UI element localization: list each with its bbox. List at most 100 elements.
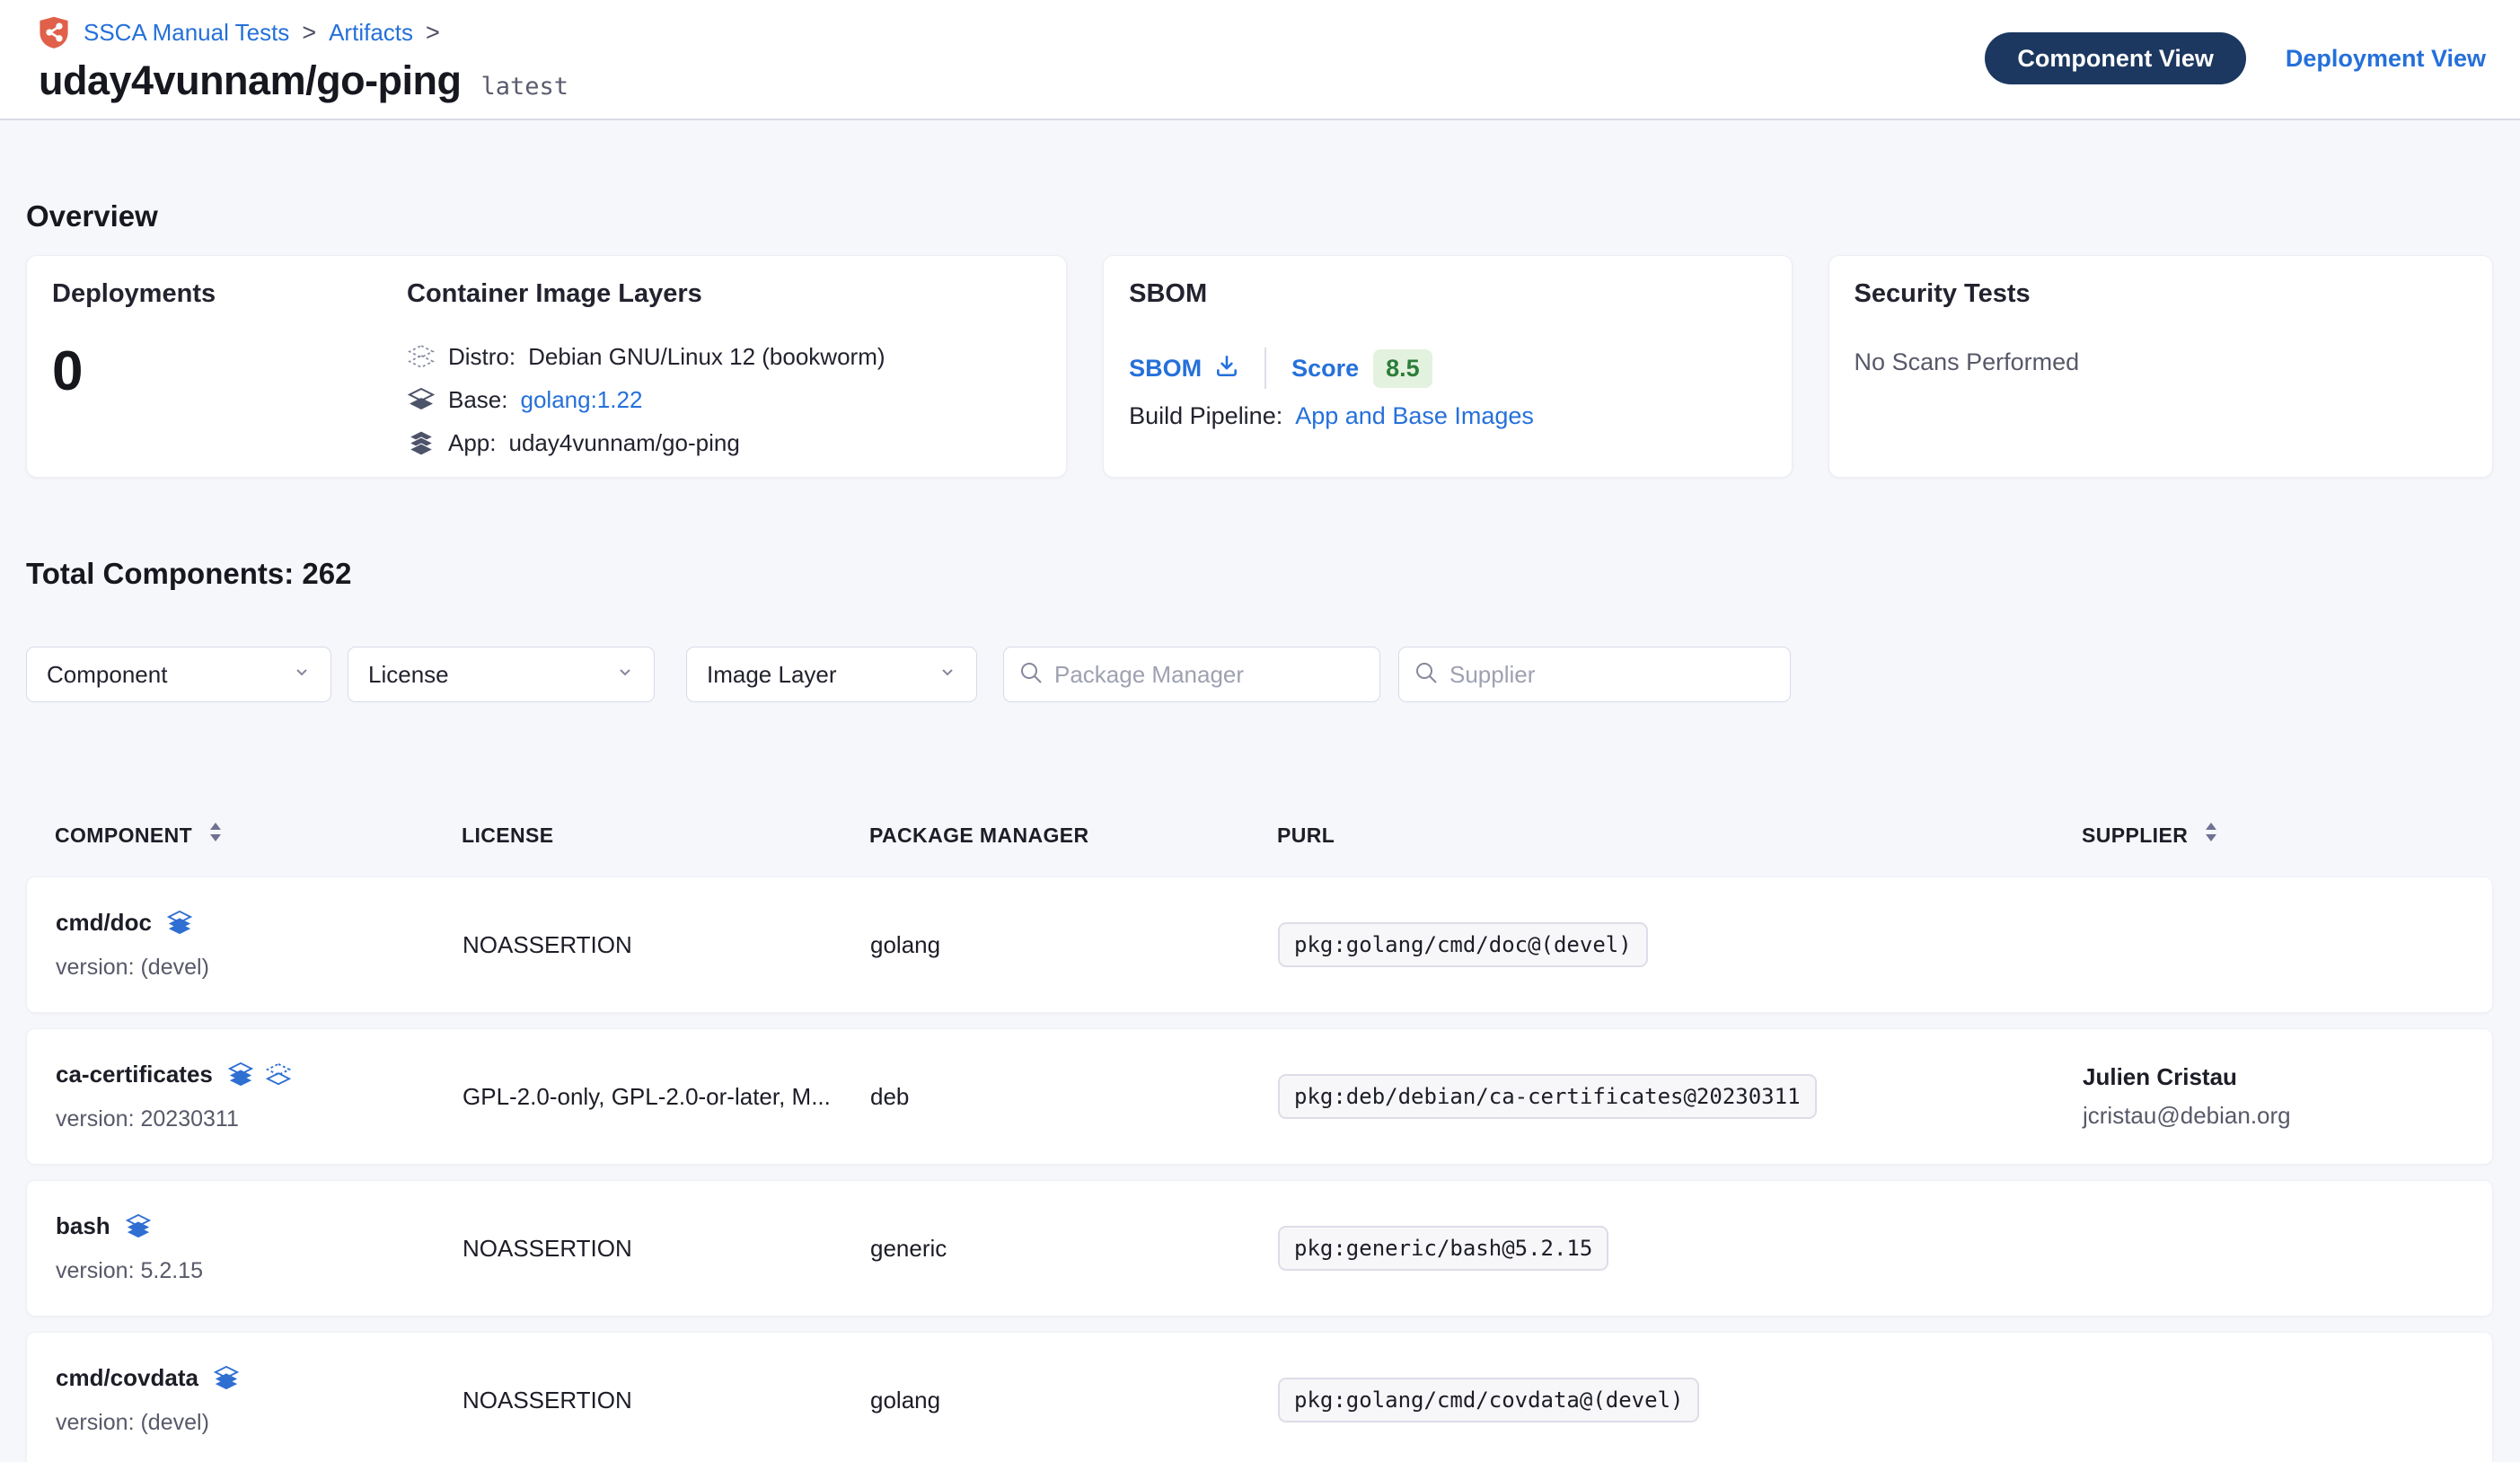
component-name: cmd/doc [56,909,152,937]
component-version: version: 20230311 [56,1106,463,1132]
package-manager-search [1003,647,1380,702]
column-label-component: COMPONENT [55,823,192,848]
license-value: GPL-2.0-only, GPL-2.0-or-later, M... [463,1083,870,1111]
supplier-cell: Julien Cristau jcristau@debian.org [2083,1063,2463,1130]
sbom-download-link[interactable]: SBOM [1129,353,1239,384]
app-layer-icon [166,911,193,936]
app-value: uday4vunnam/go-ping [509,429,740,457]
security-tests-card: Security Tests No Scans Performed [1828,255,2493,478]
package-manager-value: golang [870,1387,1278,1414]
purl-chip: pkg:golang/cmd/doc@(devel) [1278,922,1648,967]
deployments-layers-card: Deployments 0 Container Image Layers Dis… [26,255,1067,478]
deployments-label: Deployments [52,279,407,309]
table-row[interactable]: ca-certificates version: 20230311 GPL-2.… [26,1028,2493,1165]
component-version: version: 5.2.15 [56,1258,463,1284]
purl-cell: pkg:generic/bash@5.2.15 [1278,1226,2083,1271]
sbom-score-label[interactable]: Score [1291,355,1359,383]
sort-icon[interactable] [2204,821,2218,850]
component-layer-icons [125,1214,152,1239]
column-label-package-manager: PACKAGE MANAGER [869,823,1089,848]
breadcrumb-separator: > [424,19,442,47]
overview-heading: Overview [26,199,2493,233]
component-name: cmd/covdata [56,1364,198,1392]
component-version: version: (devel) [56,955,463,981]
page-title: uday4vunnam/go-ping [39,57,462,104]
chevron-down-icon [291,661,313,689]
package-manager-value: deb [870,1083,1278,1111]
component-cell: cmd/doc version: (devel) [56,909,463,981]
license-value: NOASSERTION [463,1235,870,1263]
image-layer-filter-dropdown[interactable]: Image Layer [686,647,977,702]
table-row[interactable]: cmd/covdata version: (devel) NOASSERTION… [26,1332,2493,1462]
chevron-down-icon [614,661,636,689]
supplier-name: Julien Cristau [2083,1063,2463,1091]
column-header-license: LICENSE [462,823,869,848]
purl-chip: pkg:golang/cmd/covdata@(devel) [1278,1378,1699,1422]
distro-label: Distro: [448,343,515,371]
view-toggle: Component View Deployment View [1985,32,2486,84]
page-header: SSCA Manual Tests > Artifacts > uday4vun… [0,0,2520,120]
supplier-search [1398,647,1791,702]
security-tests-title: Security Tests [1855,279,2467,309]
base-layer-icon [265,1062,292,1088]
component-layer-icons [213,1366,240,1391]
container-image-layers-label: Container Image Layers [407,279,886,309]
license-value: NOASSERTION [463,1387,870,1414]
app-layer-icon [227,1062,254,1088]
component-filter-dropdown[interactable]: Component [26,647,331,702]
column-label-purl: PURL [1277,823,1335,848]
table-row[interactable]: bash version: 5.2.15 NOASSERTION generic… [26,1180,2493,1317]
purl-cell: pkg:golang/cmd/covdata@(devel) [1278,1378,2083,1422]
breadcrumb-link-project[interactable]: SSCA Manual Tests [84,19,289,47]
breadcrumb-link-artifacts[interactable]: Artifacts [329,19,413,47]
breadcrumb-separator: > [300,19,318,47]
license-filter-dropdown[interactable]: License [348,647,655,702]
component-layer-icons [166,911,193,936]
filters-bar: Component License Image Layer [26,647,2493,702]
table-body: cmd/doc version: (devel) NOASSERTION gol… [26,876,2493,1462]
component-name: ca-certificates [56,1061,213,1088]
search-icon [1018,660,1044,690]
build-pipeline-link[interactable]: App and Base Images [1295,402,1534,430]
artifact-tag: latest [481,73,569,101]
column-header-component[interactable]: COMPONENT [55,821,462,850]
component-layer-icons [227,1062,292,1088]
app-layers-icon [407,430,436,457]
app-layer-row: App: uday4vunnam/go-ping [407,429,886,457]
deployment-view-link[interactable]: Deployment View [2286,45,2486,73]
column-header-purl: PURL [1277,823,2082,848]
sbom-download-label: SBOM [1129,355,1202,383]
distro-value: Debian GNU/Linux 12 (bookworm) [528,343,885,371]
component-cell: bash version: 5.2.15 [56,1212,463,1284]
component-cell: ca-certificates version: 20230311 [56,1061,463,1132]
supplier-email: jcristau@debian.org [2083,1102,2463,1130]
component-version: version: (devel) [56,1410,463,1436]
app-layer-icon [213,1366,240,1391]
base-layer-row: Base: golang:1.22 [407,386,886,414]
divider [1264,348,1266,389]
package-manager-input[interactable] [1054,661,1365,689]
supplier-input[interactable] [1449,661,1775,689]
table-header: COMPONENT LICENSE PACKAGE MANAGER PURL S… [26,821,2493,850]
column-header-supplier[interactable]: SUPPLIER [2082,821,2464,850]
table-row[interactable]: cmd/doc version: (devel) NOASSERTION gol… [26,876,2493,1013]
column-label-license: LICENSE [462,823,553,848]
base-image-link[interactable]: golang:1.22 [521,386,643,414]
overview-cards: Deployments 0 Container Image Layers Dis… [26,255,2493,478]
base-label: Base: [448,386,508,414]
sort-icon[interactable] [208,821,223,850]
search-icon [1414,660,1439,690]
purl-cell: pkg:golang/cmd/doc@(devel) [1278,922,2083,967]
download-icon[interactable] [1214,353,1239,384]
sbom-card-title: SBOM [1129,279,1766,309]
purl-cell: pkg:deb/debian/ca-certificates@20230311 [1278,1074,2083,1119]
image-layer-filter-label: Image Layer [707,661,837,689]
component-filter-label: Component [47,661,167,689]
sbom-score-badge: 8.5 [1373,349,1432,388]
total-components-heading: Total Components: 262 [26,557,2493,591]
purl-chip: pkg:deb/debian/ca-certificates@20230311 [1278,1074,1817,1119]
distro-layers-icon [407,344,436,371]
component-view-button[interactable]: Component View [1985,32,2246,84]
license-filter-label: License [368,661,449,689]
component-cell: cmd/covdata version: (devel) [56,1364,463,1436]
